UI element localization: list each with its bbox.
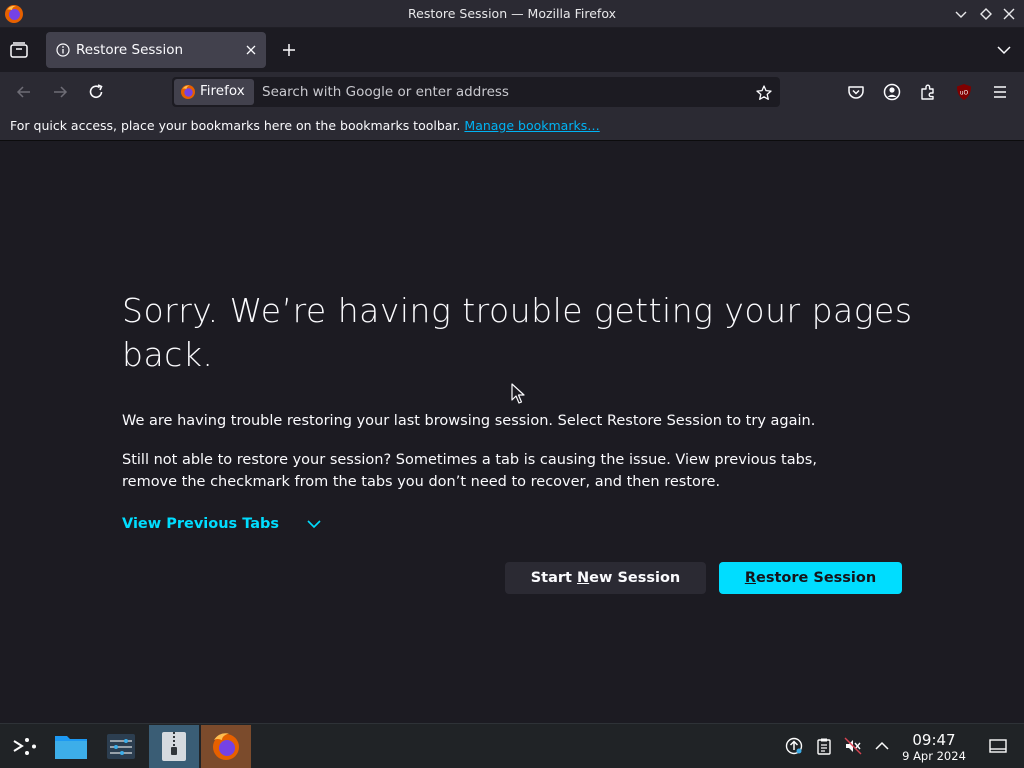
archive-manager-icon[interactable] — [149, 725, 199, 768]
show-hidden-icons-chevron-up-icon[interactable] — [873, 737, 891, 755]
bookmarks-hint: For quick access, place your bookmarks h… — [10, 118, 600, 133]
window-titlebar: Restore Session — Mozilla Firefox — [0, 0, 1024, 28]
clock-date: 9 Apr 2024 — [902, 749, 966, 763]
minimize-icon[interactable] — [952, 5, 970, 23]
back-arrow-icon[interactable] — [14, 82, 34, 102]
restore-session-button[interactable]: Restore Session — [719, 562, 902, 594]
restore-description: We are having trouble restoring your las… — [122, 413, 816, 429]
list-all-tabs-icon[interactable] — [994, 40, 1014, 60]
view-previous-tabs-label: View Previous Tabs — [122, 516, 280, 532]
page-content: Sorry. We’re having trouble getting your… — [0, 141, 1024, 723]
volume-muted-icon[interactable] — [844, 737, 862, 755]
system-settings-icon[interactable] — [96, 725, 146, 768]
search-input[interactable] — [262, 81, 742, 103]
address-bar[interactable]: Firefox — [172, 77, 780, 107]
tab-strip: Restore Session — [0, 28, 1024, 72]
close-tab-icon[interactable] — [243, 42, 259, 58]
clipboard-icon[interactable] — [815, 737, 833, 755]
reload-icon[interactable] — [86, 82, 106, 102]
troubleshoot-description: Still not able to restore your session? … — [122, 452, 817, 490]
start-new-session-label-part: Start — [530, 570, 578, 586]
tab-restore-session[interactable]: Restore Session — [46, 32, 266, 68]
identity-label: Firefox — [200, 83, 245, 99]
forward-arrow-icon[interactable] — [50, 82, 70, 102]
manage-bookmarks-link[interactable]: Manage bookmarks… — [464, 118, 599, 133]
bookmarks-hint-text: For quick access, place your bookmarks h… — [10, 118, 461, 133]
file-manager-icon[interactable] — [46, 725, 96, 768]
navigation-toolbar: Firefox uO — [0, 72, 1024, 112]
application-launcher-icon[interactable] — [0, 725, 50, 768]
bookmark-star-icon[interactable] — [755, 84, 773, 102]
start-new-session-accesskey: N — [577, 570, 590, 586]
restore-session-label-rest: estore Session — [755, 570, 877, 586]
new-tab-icon[interactable] — [280, 41, 298, 59]
digital-clock[interactable]: 09:47 9 Apr 2024 — [898, 731, 970, 763]
start-new-session-button[interactable]: Start New Session — [505, 562, 706, 594]
chevron-down-icon — [307, 520, 321, 529]
info-icon — [56, 43, 70, 57]
ublock-origin-icon[interactable]: uO — [954, 82, 974, 102]
mouse-cursor-icon — [511, 383, 525, 404]
start-new-session-label-rest: ew Session — [589, 570, 681, 586]
hamburger-menu-icon[interactable] — [990, 82, 1010, 102]
pocket-icon[interactable] — [846, 82, 866, 102]
close-window-icon[interactable] — [1000, 5, 1018, 23]
tab-label: Restore Session — [76, 42, 184, 58]
firefox-taskbar-icon[interactable] — [201, 725, 251, 768]
update-notifier-icon[interactable] — [785, 737, 803, 755]
firefox-view-icon[interactable] — [8, 40, 30, 60]
extensions-icon[interactable] — [918, 82, 938, 102]
page-title: Sorry. We’re having trouble getting your… — [122, 291, 913, 374]
svg-text:uO: uO — [960, 90, 969, 97]
window-title: Restore Session — Mozilla Firefox — [408, 6, 616, 21]
show-desktop-icon[interactable] — [988, 736, 1008, 756]
restore-session-accesskey: R — [744, 570, 756, 586]
clock-time: 09:47 — [912, 731, 956, 749]
maximize-icon[interactable] — [977, 5, 995, 23]
bookmarks-toolbar: For quick access, place your bookmarks h… — [0, 112, 1024, 141]
taskbar: 09:47 9 Apr 2024 — [0, 723, 1024, 768]
account-icon[interactable] — [882, 82, 902, 102]
identity-box[interactable]: Firefox — [174, 79, 254, 105]
view-previous-tabs-toggle[interactable]: View Previous Tabs — [122, 513, 323, 535]
firefox-logo-icon — [181, 85, 195, 99]
